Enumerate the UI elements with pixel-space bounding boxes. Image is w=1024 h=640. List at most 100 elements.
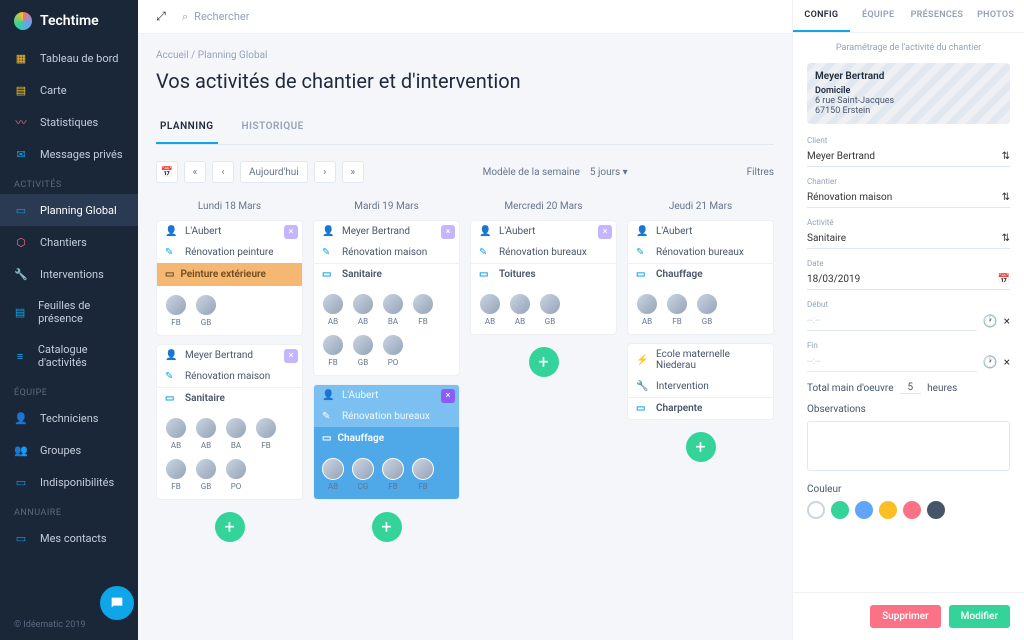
date-input[interactable]: 18/03/2019📅 bbox=[807, 270, 1010, 290]
avatar[interactable]: AB bbox=[195, 417, 217, 450]
avatar-img bbox=[352, 458, 374, 480]
avatar[interactable]: FB bbox=[666, 293, 688, 326]
debut-input[interactable]: --:-- bbox=[807, 311, 977, 331]
search[interactable]: ⌕ Rechercher bbox=[182, 10, 249, 24]
fin-input[interactable]: --:-- bbox=[807, 352, 977, 372]
breadcrumb[interactable]: Accueil / Planning Global bbox=[156, 50, 774, 61]
sidebar-item-mes-contacts[interactable]: ▭Mes contacts bbox=[0, 522, 138, 554]
planning-card[interactable]: 👤L'Aubert✎Rénovation bureaux▭ToituresABA… bbox=[470, 220, 617, 335]
color-swatch[interactable] bbox=[807, 501, 825, 519]
avatar[interactable]: AB bbox=[636, 293, 658, 326]
chat-fab[interactable] bbox=[100, 586, 134, 620]
color-swatch[interactable] bbox=[903, 501, 921, 519]
planning-card[interactable]: 👤L'Aubert✎Rénovation peinture▭Peinture e… bbox=[156, 220, 303, 336]
planning-card[interactable]: 👤Meyer Bertrand✎Rénovation maison▭Sanita… bbox=[313, 220, 460, 376]
expand-icon[interactable]: ⤢ bbox=[154, 10, 168, 24]
first-icon[interactable]: « bbox=[184, 161, 206, 183]
tab-historique[interactable]: HISTORIQUE bbox=[238, 111, 308, 144]
prev-icon[interactable]: ‹ bbox=[212, 161, 234, 183]
panel-tab-config[interactable]: CONFIG bbox=[793, 0, 850, 32]
sidebar-item-chantiers[interactable]: ⬡Chantiers bbox=[0, 226, 138, 258]
task-header: ▭Toitures bbox=[471, 263, 616, 285]
card-project: ✎Rénovation bureaux bbox=[314, 406, 459, 427]
planning-card[interactable]: 👤Meyer Bertrand✎Rénovation maison▭Sanita… bbox=[156, 344, 303, 500]
avatar[interactable]: CG bbox=[352, 458, 374, 491]
avatar-img bbox=[195, 458, 217, 480]
avatar[interactable]: FB bbox=[322, 334, 344, 367]
today-button[interactable]: Aujourd'hui bbox=[240, 161, 308, 183]
avatar[interactable]: FB bbox=[255, 417, 277, 450]
sidebar-item-carte[interactable]: ▤Carte bbox=[0, 74, 138, 106]
sidebar-item-tableau-de-bord[interactable]: ▦Tableau de bord bbox=[0, 42, 138, 74]
avatar[interactable]: BA bbox=[225, 417, 247, 450]
avatar[interactable]: AB bbox=[165, 417, 187, 450]
avatar[interactable]: GB bbox=[539, 293, 561, 326]
avatar[interactable]: AB bbox=[322, 293, 344, 326]
color-swatch[interactable] bbox=[879, 501, 897, 519]
page-title: Vos activités de chantier et d'intervent… bbox=[156, 69, 774, 93]
avatar[interactable]: GB bbox=[195, 294, 217, 327]
avatar[interactable]: FB bbox=[382, 458, 404, 491]
last-icon[interactable]: » bbox=[342, 161, 364, 183]
avatar[interactable]: AB bbox=[479, 293, 501, 326]
add-button[interactable]: + bbox=[529, 347, 559, 377]
close-icon[interactable]: × bbox=[441, 389, 455, 403]
calendar-icon[interactable]: 📅 bbox=[156, 161, 178, 183]
edit-button[interactable]: Modifier bbox=[949, 605, 1010, 628]
model-select[interactable]: 5 jours ▾ bbox=[590, 167, 628, 178]
color-swatch[interactable] bbox=[927, 501, 945, 519]
avatar[interactable]: FB bbox=[165, 458, 187, 491]
avatar[interactable]: FB bbox=[165, 294, 187, 327]
client-select[interactable]: Meyer Bertrand⇅ bbox=[807, 147, 1010, 167]
tab-planning[interactable]: PLANNING bbox=[156, 111, 218, 144]
sheet-icon: ▤ bbox=[14, 305, 26, 319]
color-swatch[interactable] bbox=[831, 501, 849, 519]
avatar[interactable]: AB bbox=[322, 458, 344, 491]
avatar[interactable]: PO bbox=[382, 334, 404, 367]
avatar[interactable]: GB bbox=[195, 458, 217, 491]
sidebar-item-indisponibilités[interactable]: ▭Indisponibilités bbox=[0, 466, 138, 498]
panel-tab-presences[interactable]: PRÉSENCES bbox=[907, 0, 968, 32]
activite-select[interactable]: Sanitaire⇅ bbox=[807, 229, 1010, 249]
add-button[interactable]: + bbox=[686, 432, 716, 462]
close-icon[interactable]: × bbox=[598, 225, 612, 239]
planning-card[interactable]: 👤L'Aubert✎Rénovation bureaux▭ChauffageAB… bbox=[627, 220, 774, 335]
filters-button[interactable]: Filtres bbox=[747, 167, 774, 178]
avatar[interactable]: BA bbox=[382, 293, 404, 326]
close-icon[interactable]: × bbox=[441, 225, 455, 239]
panel-tab-equipe[interactable]: ÉQUIPE bbox=[850, 0, 907, 32]
sidebar-item-groupes[interactable]: 👥Groupes bbox=[0, 434, 138, 466]
avatar[interactable]: FB bbox=[412, 293, 434, 326]
avatar[interactable]: AB bbox=[509, 293, 531, 326]
sidebar-item-statistiques[interactable]: 〰Statistiques bbox=[0, 106, 138, 138]
sidebar-item-interventions[interactable]: 🔧Interventions bbox=[0, 258, 138, 290]
obs-textarea[interactable] bbox=[807, 421, 1010, 471]
obs-label: Observations bbox=[807, 404, 1010, 415]
avatar[interactable]: GB bbox=[696, 293, 718, 326]
add-button[interactable]: + bbox=[215, 512, 245, 542]
avatar[interactable]: GB bbox=[352, 334, 374, 367]
sidebar-item-techniciens[interactable]: 👤Techniciens bbox=[0, 402, 138, 434]
sidebar-item-messages-privés[interactable]: ✉Messages privés bbox=[0, 138, 138, 170]
avatar[interactable]: AB bbox=[352, 293, 374, 326]
chantier-select[interactable]: Rénovation maison⇅ bbox=[807, 188, 1010, 208]
planning-card[interactable]: ⚡Ecole maternelle Niederau🔧Intervention▭… bbox=[627, 343, 774, 420]
total-value[interactable]: 5 bbox=[900, 382, 922, 394]
sidebar-item-catalogue-d'activités[interactable]: ≡Catalogue d'activités bbox=[0, 334, 138, 378]
add-button[interactable]: + bbox=[372, 512, 402, 542]
avatar[interactable]: FB bbox=[412, 458, 434, 491]
color-swatch[interactable] bbox=[855, 501, 873, 519]
next-icon[interactable]: › bbox=[314, 161, 336, 183]
main: ⤢ ⌕ Rechercher Accueil / Planning Global… bbox=[138, 0, 792, 640]
close-icon[interactable]: × bbox=[284, 349, 298, 363]
sidebar-item-planning-global[interactable]: ▭Planning Global bbox=[0, 194, 138, 226]
close-icon[interactable]: × bbox=[284, 225, 298, 239]
delete-button[interactable]: Supprimer bbox=[870, 605, 941, 628]
nav-section: ANNUAIRE bbox=[0, 498, 138, 522]
sidebar-item-feuilles-de-présence[interactable]: ▤Feuilles de présence bbox=[0, 290, 138, 334]
clear-icon[interactable]: × bbox=[1004, 355, 1010, 369]
planning-card[interactable]: 👤L'Aubert✎Rénovation bureaux▭ChauffageAB… bbox=[313, 384, 460, 500]
panel-tab-photos[interactable]: PHOTOS bbox=[967, 0, 1024, 32]
clear-icon[interactable]: × bbox=[1004, 314, 1010, 328]
avatar[interactable]: PO bbox=[225, 458, 247, 491]
